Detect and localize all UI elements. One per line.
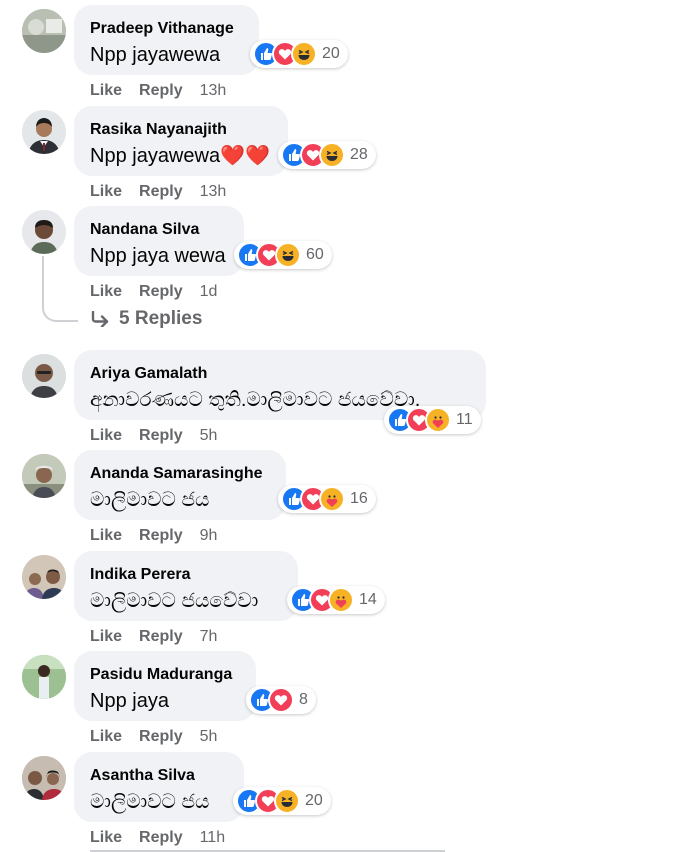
comment-text: Npp jayawewa❤️❤️	[90, 145, 270, 167]
comment-timestamp[interactable]: 9h	[200, 527, 218, 545]
reaction-count: 8	[299, 691, 308, 708]
comment-timestamp[interactable]: 13h	[200, 183, 227, 201]
reaction-summary[interactable]: 20	[250, 40, 348, 68]
haha-reaction-icon	[291, 41, 317, 67]
comment-timestamp[interactable]: 5h	[200, 427, 218, 445]
comment: Rasika Nayanajith Npp jayawewa❤️❤️ 28 Li…	[0, 106, 685, 206]
comment-bubble: Pasidu Maduranga Npp jaya	[74, 651, 256, 721]
comment-actions: Like Reply 5h	[90, 726, 217, 748]
thread-connector	[42, 256, 78, 322]
reaction-count: 20	[305, 792, 323, 809]
like-button[interactable]: Like	[90, 829, 122, 847]
reaction-summary[interactable]: 20	[233, 787, 331, 815]
reaction-count: 11	[456, 411, 473, 428]
avatar[interactable]	[22, 756, 66, 800]
reply-arrow-icon	[91, 311, 109, 327]
comment-text: Npp jayawewa	[90, 44, 221, 66]
like-button[interactable]: Like	[90, 82, 122, 100]
comment-author[interactable]: Ariya Gamalath	[90, 364, 470, 384]
reply-button[interactable]: Reply	[139, 427, 183, 445]
comment-actions: Like Reply 7h	[90, 626, 217, 648]
comment-bubble: Rasika Nayanajith Npp jayawewa❤️❤️	[74, 106, 288, 176]
reaction-summary[interactable]: 60	[234, 241, 332, 269]
comment: Pradeep Vithanage Npp jayawewa 20 Like R…	[0, 5, 685, 105]
reaction-count: 28	[350, 146, 368, 163]
comment-text: Npp jaya	[90, 690, 169, 712]
comment-actions: Like Reply 13h	[90, 80, 226, 102]
reaction-summary[interactable]: 8	[246, 686, 316, 714]
reaction-count: 14	[359, 591, 377, 608]
comment-text: මාලිමාවට ජය	[90, 489, 210, 511]
comment-author[interactable]: Indika Perera	[90, 565, 282, 585]
comment-author[interactable]: Pradeep Vithanage	[90, 19, 243, 39]
reaction-count: 16	[350, 490, 368, 507]
comment-author[interactable]: Pasidu Maduranga	[90, 665, 240, 685]
comment-bubble: Nandana Silva Npp jaya wewa	[74, 206, 244, 276]
comment-actions: Like Reply 1d	[90, 281, 217, 303]
avatar[interactable]	[22, 210, 66, 254]
love-reaction-icon	[268, 687, 294, 713]
like-button[interactable]: Like	[90, 427, 122, 445]
comment-author[interactable]: Asantha Silva	[90, 766, 228, 786]
comment-bubble: Asantha Silva මාලිමාවට ජය	[74, 752, 244, 822]
reply-button[interactable]: Reply	[139, 82, 183, 100]
haha-reaction-icon	[274, 788, 300, 814]
avatar[interactable]	[22, 454, 66, 498]
comment-text: මාලිමාවට ජය	[90, 791, 210, 813]
care-reaction-icon	[319, 486, 345, 512]
replies-label[interactable]: 5 Replies	[119, 308, 202, 330]
reaction-summary[interactable]: 28	[278, 141, 376, 169]
comment-text: මාලිමාවට ජයවේවා	[90, 590, 259, 612]
comment: Pasidu Maduranga Npp jaya 8 Like Reply 5…	[0, 651, 685, 751]
reaction-summary[interactable]: 11	[384, 406, 481, 434]
like-button[interactable]: Like	[90, 728, 122, 746]
like-button[interactable]: Like	[90, 183, 122, 201]
care-reaction-icon	[425, 407, 451, 433]
comment: Nandana Silva Npp jaya wewa 60 Like Repl…	[0, 206, 685, 306]
reply-button[interactable]: Reply	[139, 283, 183, 301]
view-replies-link[interactable]: 5 Replies	[90, 308, 202, 330]
reply-button[interactable]: Reply	[139, 527, 183, 545]
reply-button[interactable]: Reply	[139, 628, 183, 646]
reaction-count: 60	[306, 246, 324, 263]
avatar[interactable]	[22, 9, 66, 53]
reply-button[interactable]: Reply	[139, 183, 183, 201]
comment-actions: Like Reply 11h	[90, 827, 225, 849]
reply-button[interactable]: Reply	[139, 728, 183, 746]
avatar[interactable]	[22, 354, 66, 398]
comment-timestamp[interactable]: 11h	[200, 829, 226, 847]
comment-actions: Like Reply 13h	[90, 181, 226, 203]
comment-author[interactable]: Nandana Silva	[90, 220, 228, 240]
comment: Ananda Samarasinghe මාලිමාවට ජය 16 Like …	[0, 450, 685, 550]
comment: Indika Perera මාලිමාවට ජයවේවා 14 Like Re…	[0, 551, 685, 651]
comment-author[interactable]: Rasika Nayanajith	[90, 120, 272, 140]
like-button[interactable]: Like	[90, 628, 122, 646]
comment: Asantha Silva මාලිමාවට ජය 20 Like Reply …	[0, 752, 685, 852]
comment-actions: Like Reply 5h	[90, 425, 217, 447]
comment-text: Npp jaya wewa	[90, 245, 226, 267]
avatar[interactable]	[22, 555, 66, 599]
reply-button[interactable]: Reply	[139, 829, 183, 847]
reaction-summary[interactable]: 14	[287, 586, 385, 614]
comment-timestamp[interactable]: 13h	[200, 82, 227, 100]
comment-actions: Like Reply 9h	[90, 525, 217, 547]
reaction-count: 20	[322, 45, 340, 62]
like-button[interactable]: Like	[90, 283, 122, 301]
avatar[interactable]	[22, 655, 66, 699]
comment-timestamp[interactable]: 7h	[200, 628, 218, 646]
reaction-summary[interactable]: 16	[278, 485, 376, 513]
haha-reaction-icon	[275, 242, 301, 268]
comment-timestamp[interactable]: 1d	[200, 283, 218, 301]
like-button[interactable]: Like	[90, 527, 122, 545]
haha-reaction-icon	[319, 142, 345, 168]
comment-bubble: Ananda Samarasinghe මාලිමාවට ජය	[74, 450, 286, 520]
comment-bubble: Pradeep Vithanage Npp jayawewa	[74, 5, 259, 75]
avatar[interactable]	[22, 110, 66, 154]
care-reaction-icon	[328, 587, 354, 613]
comment-timestamp[interactable]: 5h	[200, 728, 218, 746]
comment-bubble: Indika Perera මාලිමාවට ජයවේවා	[74, 551, 298, 621]
comment-author[interactable]: Ananda Samarasinghe	[90, 464, 270, 484]
comment: Ariya Gamalath අනාවරණයට තුති.මාලිමාවට ජය…	[0, 350, 685, 450]
